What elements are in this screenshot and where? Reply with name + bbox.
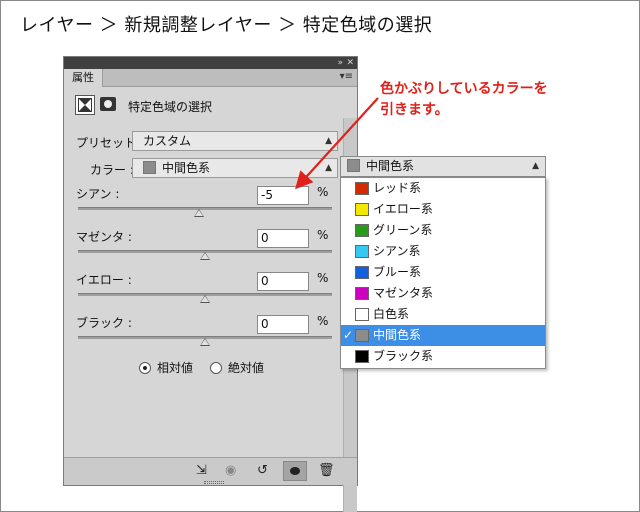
colors-dropdown-header[interactable]: 中間色系 ▲ [340,156,546,177]
slider-value-input[interactable]: 0 [257,229,309,248]
dropdown-option[interactable]: イエロー系 [341,199,545,220]
color-swatch [355,224,369,237]
dropdown-option-label: ブラック系 [373,349,434,363]
colors-dropdown-list: レッド系イエロー系グリーン系シアン系ブルー系マゼンタ系白色系 ✓ 中間色系ブラック系 [340,177,546,369]
visibility-eye-icon[interactable] [283,461,307,481]
color-swatch [355,350,369,363]
updown-arrow-icon: ▲ [532,161,539,171]
panel-topbar: » ✕ [64,57,357,69]
colors-select[interactable]: 中間色系 ▲ [132,158,338,178]
percent-unit: % [317,228,329,242]
colors-value: 中間色系 [162,161,211,175]
percent-unit: % [317,314,329,328]
dropdown-option[interactable]: シアン系 [341,241,545,262]
annotation-text: 色かぶりしているカラーを 引きます。 [380,79,548,121]
updown-arrow-icon: ▲ [325,136,332,146]
slider-thumb[interactable] [200,252,210,260]
dropdown-option[interactable]: 白色系 [341,304,545,325]
dropdown-option[interactable]: マゼンタ系 [341,283,545,304]
color-swatch [347,159,360,172]
radio-relative-label: 相対値 [157,361,194,375]
preset-value: カスタム [143,134,192,148]
layer-mask-icon[interactable] [100,97,116,111]
trash-icon[interactable]: 🗑 [318,464,335,478]
dropdown-option[interactable]: ブラック系 [341,346,545,367]
breadcrumb: レイヤー ＞ 新規調整レイヤー ＞ 特定色域の選択 [20,15,433,36]
color-swatch [355,287,369,300]
colors-label: カラー : [90,163,134,177]
color-swatch [355,203,369,216]
radio-absolute-label: 絶対値 [228,361,265,375]
color-swatch [355,266,369,279]
percent-unit: % [317,185,329,199]
panel-bottom-bar: ⇲ ◉ ↺ 🗑 [64,457,357,485]
slider-value-input[interactable]: 0 [257,315,309,334]
dropdown-option-label: ブルー系 [373,265,422,279]
radio-absolute[interactable]: 絶対値 [210,359,264,376]
panel-menu-icon[interactable]: ▾≡ [340,71,353,82]
slider-label: シアン : [76,187,120,201]
dropdown-option[interactable]: ブルー系 [341,262,545,283]
dropdown-option[interactable]: ✓ 中間色系 [341,325,545,346]
dropdown-option-label: 中間色系 [373,328,422,342]
slider-track[interactable] [78,207,332,210]
reset-icon[interactable]: ↺ [257,464,268,478]
clip-to-layer-icon[interactable]: ⇲ [196,464,207,478]
slider-value-input[interactable]: -5 [257,186,309,205]
dropdown-option-label: イエロー系 [373,202,433,216]
double-chevron-icon[interactable]: » [337,57,343,69]
slider-thumb[interactable] [200,295,210,303]
selective-color-icon [75,95,95,115]
slider-label: イエロー : [76,273,132,287]
color-swatch [143,161,156,174]
radio-button[interactable] [139,362,151,374]
dropdown-option[interactable]: グリーン系 [341,220,545,241]
color-swatch [355,308,369,321]
check-icon: ✓ [343,328,354,342]
resize-grip-icon[interactable] [204,481,224,484]
slider-thumb[interactable] [193,209,204,217]
panel-tabbar: 属性 ▾≡ [64,69,357,87]
color-swatch [355,245,369,258]
dropdown-option-label: シアン系 [373,244,421,258]
view-previous-icon[interactable]: ◉ [225,464,236,478]
dropdown-option-label: マゼンタ系 [373,286,434,300]
tab-properties[interactable]: 属性 [64,69,103,87]
annotation-line-1: 色かぶりしているカラーを [380,81,548,97]
close-icon[interactable]: ✕ [346,57,354,69]
slider-label: ブラック : [76,316,132,330]
preset-select[interactable]: カスタム ▲ [132,131,338,151]
dropdown-option-label: レッド系 [373,181,422,195]
dropdown-option-label: 白色系 [373,307,410,321]
percent-unit: % [317,271,329,285]
color-swatch [355,329,369,342]
radio-button[interactable] [210,362,222,374]
radio-relative[interactable]: 相対値 [139,359,193,376]
dropdown-option-label: グリーン系 [373,223,433,237]
slider-value-input[interactable]: 0 [257,272,309,291]
adjustment-title: 特定色域の選択 [128,100,213,114]
dropdown-option[interactable]: レッド系 [341,178,545,199]
annotation-line-2: 引きます。 [380,102,449,118]
updown-arrow-icon: ▲ [325,163,332,173]
color-swatch [355,182,369,195]
dropdown-header-value: 中間色系 [366,159,415,173]
slider-label: マゼンタ : [76,230,132,244]
slider-thumb[interactable] [200,338,210,346]
properties-panel: » ✕ 属性 ▾≡ 特定色域の選択 プリセット : カスタム ▲ カラー : 中… [63,56,358,512]
